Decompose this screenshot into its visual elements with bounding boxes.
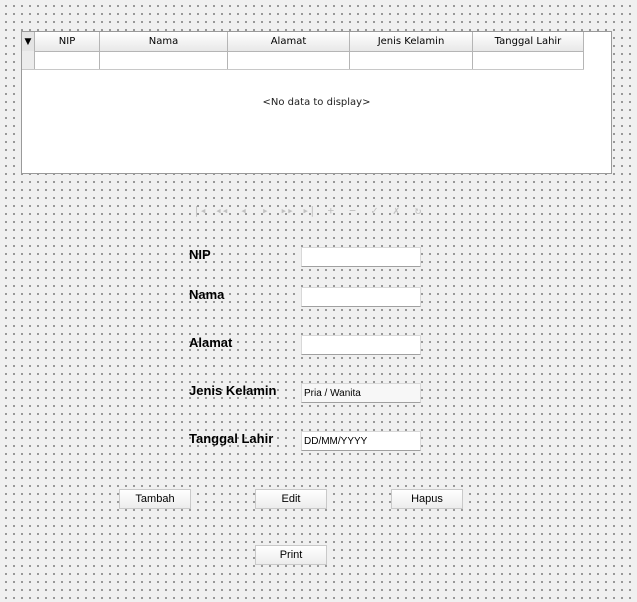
new-row-cell-alamat[interactable] (228, 51, 350, 69)
cancel-icon[interactable]: ✗ (386, 202, 406, 218)
delete-icon[interactable]: − (343, 202, 363, 218)
new-row-cell-nama[interactable] (100, 51, 228, 69)
new-row-cell-jenis-kelamin[interactable] (350, 51, 473, 69)
jenis-kelamin-field[interactable]: Pria / Wanita (301, 383, 421, 403)
grid-header: ▼ NIP Nama Alamat Jenis Kelamin Tanggal … (22, 32, 584, 52)
post-icon[interactable]: ✓ (365, 202, 385, 218)
insert-icon[interactable]: + (321, 202, 341, 218)
refresh-icon[interactable]: ↻ (408, 202, 428, 218)
grid-new-row[interactable] (22, 51, 584, 70)
column-header-jenis-kelamin[interactable]: Jenis Kelamin (350, 32, 473, 51)
jenis-kelamin-label: Jenis Kelamin (189, 383, 277, 398)
nip-label: NIP (189, 247, 211, 262)
alamat-label: Alamat (189, 335, 233, 350)
grid-empty-message: <No data to display> (262, 97, 371, 108)
column-header-alamat[interactable]: Alamat (228, 32, 350, 51)
tanggal-lahir-field[interactable]: DD/MM/YYYY (301, 431, 421, 451)
new-row-indicator (22, 51, 35, 69)
tanggal-lahir-label: Tanggal Lahir (189, 431, 274, 446)
prev-page-icon[interactable]: ◂◂ (212, 202, 232, 218)
nama-label: Nama (189, 287, 225, 302)
first-record-icon[interactable]: |◂ (190, 202, 210, 218)
hapus-button[interactable]: Hapus (391, 489, 463, 509)
next-record-icon[interactable]: ▸ (255, 202, 275, 218)
nip-field[interactable] (301, 247, 421, 267)
alamat-field[interactable] (301, 335, 421, 355)
new-row-cell-tanggal-lahir[interactable] (473, 51, 584, 69)
nama-field[interactable] (301, 287, 421, 307)
last-record-icon[interactable]: ▸| (299, 202, 319, 218)
edit-button[interactable]: Edit (255, 489, 327, 509)
column-header-nama[interactable]: Nama (100, 32, 228, 51)
print-button[interactable]: Print (255, 545, 327, 565)
data-grid[interactable]: ▼ NIP Nama Alamat Jenis Kelamin Tanggal … (21, 31, 612, 174)
prev-record-icon[interactable]: ◂ (234, 202, 254, 218)
next-page-icon[interactable]: ▸▸ (277, 202, 297, 218)
row-indicator-icon[interactable]: ▼ (22, 32, 35, 51)
data-navigator: |◂ ◂◂ ◂ ▸ ▸▸ ▸| + − ✓ ✗ ↻ (190, 202, 428, 218)
new-row-cell-nip[interactable] (35, 51, 100, 69)
column-header-tanggal-lahir[interactable]: Tanggal Lahir (473, 32, 584, 51)
tambah-button[interactable]: Tambah (119, 489, 191, 509)
column-header-nip[interactable]: NIP (35, 32, 100, 51)
